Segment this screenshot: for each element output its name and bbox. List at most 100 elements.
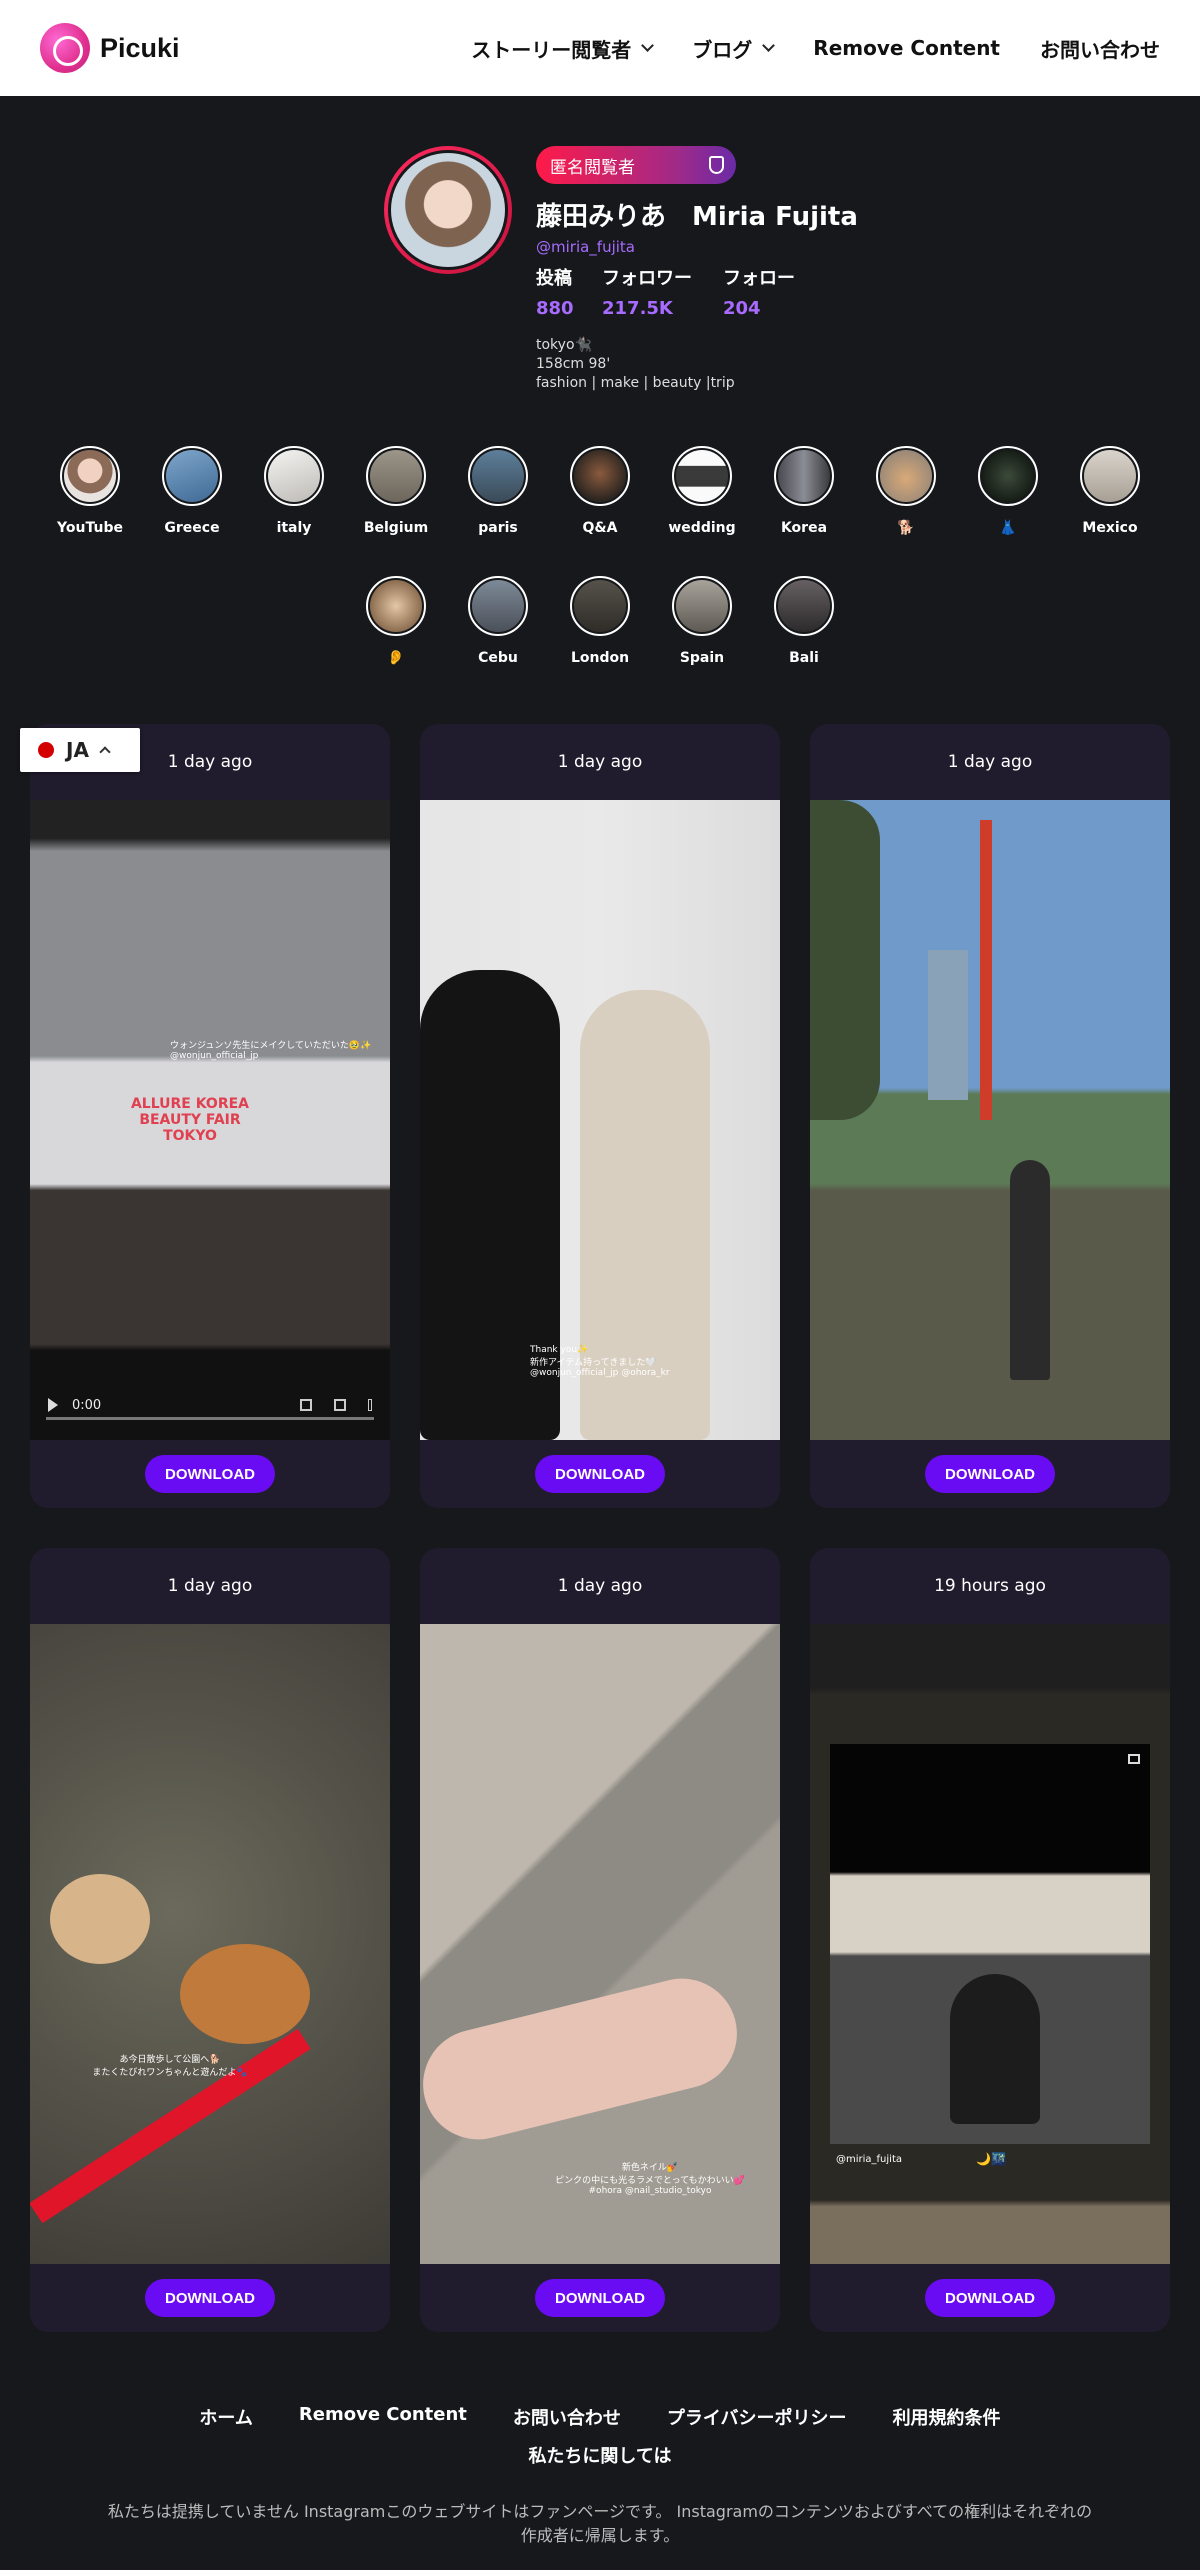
nav-remove-content[interactable]: Remove Content <box>813 36 1000 60</box>
image-tree <box>810 800 880 1120</box>
download-button[interactable]: DOWNLOAD <box>925 2279 1055 2317</box>
nav-blog[interactable]: ブログ <box>692 34 776 63</box>
highlight-item[interactable]: Cebu <box>468 576 528 666</box>
stat-followers: フォロワー 217.5K <box>602 264 692 319</box>
nav-story-viewer[interactable]: ストーリー閲覧者 <box>471 34 655 63</box>
highlight-item[interactable]: 🐕 <box>876 446 936 536</box>
highlight-item[interactable]: YouTube <box>57 446 123 536</box>
footer-disclaimer: 私たちは提携していません Instagramこのウェブサイトはファンページです。… <box>107 2502 1093 2545</box>
download-button[interactable]: DOWNLOAD <box>535 1455 665 1493</box>
image-figure <box>950 1974 1040 2124</box>
fullscreen-icon[interactable] <box>334 1399 346 1411</box>
post-card: 1 day ago Thank you✨ 新作アイテム持ってきました🤍 @won… <box>420 724 780 1508</box>
nav-contact[interactable]: お問い合わせ <box>1040 34 1160 63</box>
post-image[interactable]: @miria_fujita 🌙🌃 <box>810 1624 1170 2264</box>
highlights-row: 👂 Cebu London Spain Bali <box>0 576 1200 666</box>
highlight-item[interactable]: wedding <box>668 446 736 536</box>
highlight-item[interactable]: 👂 <box>366 576 426 666</box>
volume-icon[interactable] <box>300 1399 312 1411</box>
highlight-item[interactable]: Bali <box>774 576 834 666</box>
highlight-item[interactable]: paris <box>468 446 528 536</box>
site-footer: ホーム Remove Content お問い合わせ プライバシーポリシー 利用規… <box>0 2404 1200 2548</box>
download-button[interactable]: DOWNLOAD <box>145 2279 275 2317</box>
carousel-icon <box>1128 1754 1140 1764</box>
download-button[interactable]: DOWNLOAD <box>925 1455 1055 1493</box>
highlight-label: Bali <box>789 650 819 666</box>
highlight-item[interactable]: Mexico <box>1080 446 1140 536</box>
footer-link-remove-content[interactable]: Remove Content <box>299 2404 467 2430</box>
highlight-item[interactable]: Korea <box>774 446 834 536</box>
download-button[interactable]: DOWNLOAD <box>535 2279 665 2317</box>
highlight-label: London <box>570 650 630 666</box>
profile-name: 藤田みりあ Miria Fujita <box>536 202 858 232</box>
highlight-item[interactable]: Greece <box>162 446 222 536</box>
highlight-label: paris <box>478 520 518 536</box>
post-image[interactable]: Thank you✨ 新作アイテム持ってきました🤍 @wonjun_offici… <box>420 800 780 1440</box>
footer-links: ホーム Remove Content お問い合わせ プライバシーポリシー 利用規… <box>0 2404 1200 2430</box>
nav-blog-label: ブログ <box>692 37 753 62</box>
highlight-label: 👂 <box>387 650 405 666</box>
chevron-down-icon <box>641 39 655 52</box>
site-header: Picuki ストーリー閲覧者 ブログ Remove Content お問い合わ… <box>0 0 1200 96</box>
footer-link-about[interactable]: 私たちに関しては <box>0 2442 1200 2468</box>
anonymous-viewer-label: 匿名閲覧者 <box>550 157 635 178</box>
post-card: 19 hours ago @miria_fujita 🌙🌃 DOWNLOAD <box>810 1548 1170 2332</box>
play-icon[interactable] <box>48 1398 58 1412</box>
highlight-item[interactable]: 👗 <box>978 446 1038 536</box>
highlight-item[interactable]: italy <box>264 446 324 536</box>
image-dog <box>50 1874 150 1964</box>
post-time: 1 day ago <box>167 1576 253 1596</box>
post-overlay-text: Thank you✨ 新作アイテム持ってきました🤍 @wonjun_offici… <box>530 1345 670 1378</box>
nav-story-viewer-label: ストーリー閲覧者 <box>471 37 632 62</box>
profile-avatar[interactable] <box>384 146 512 274</box>
post-time: 1 day ago <box>947 752 1033 772</box>
anonymous-viewer-badge[interactable]: 匿名閲覧者 <box>536 146 736 184</box>
post-card: 1 day ago ウォンジュンソ先生にメイクしていただいた🥹✨ @wonjun… <box>30 724 390 1508</box>
image-dog <box>180 1944 310 2044</box>
footer-link-privacy[interactable]: プライバシーポリシー <box>667 2404 847 2430</box>
post-image[interactable]: 新色ネイル💅 ピンクの中にも光るラメでとってもかわいい💕 #ohora @nai… <box>420 1624 780 2264</box>
image-figure <box>1010 1160 1050 1380</box>
profile-handle[interactable]: @miria_fujita <box>536 238 635 256</box>
nav-contact-label: お問い合わせ <box>1040 37 1160 62</box>
post-video[interactable]: ウォンジュンソ先生にメイクしていただいた🥹✨ @wonjun_official_… <box>30 800 390 1440</box>
bio-line: fashion | make | beauty |trip <box>536 375 735 391</box>
post-overlay-text: 新色ネイル💅 ピンクの中にも光るラメでとってもかわいい💕 #ohora @nai… <box>555 2163 745 2196</box>
highlight-item[interactable]: Belgium <box>364 446 428 536</box>
stat-followers-label: フォロワー <box>602 268 692 289</box>
language-code: JA <box>66 738 89 762</box>
highlight-label: YouTube <box>57 520 123 536</box>
post-caption: @miria_fujita <box>836 2154 903 2165</box>
shield-icon <box>709 156 724 174</box>
bio-line: tokyo🐈‍⬛ <box>536 337 592 353</box>
post-time: 1 day ago <box>557 1576 643 1596</box>
highlight-label: 🐕 <box>897 520 915 536</box>
highlight-item[interactable]: Q&A <box>570 446 630 536</box>
language-switcher[interactable]: JA <box>20 728 140 772</box>
highlight-label: Spain <box>679 650 725 666</box>
highlight-item[interactable]: London <box>570 576 630 666</box>
chevron-up-icon <box>99 746 111 758</box>
post-image[interactable]: あ今日散歩して公園へ🐕 またくたびれワンちゃんと遊んだよ🐾 <box>30 1624 390 2264</box>
stat-following-value: 204 <box>723 298 761 319</box>
highlight-label: 👗 <box>999 520 1017 536</box>
stat-following-label: フォロー <box>723 268 795 289</box>
footer-link-contact[interactable]: お問い合わせ <box>513 2404 621 2430</box>
highlight-item[interactable]: Spain <box>672 576 732 666</box>
bio-line: 158cm 98' <box>536 356 611 372</box>
footer-link-home[interactable]: ホーム <box>199 2404 252 2430</box>
video-time: 0:00 <box>72 1397 102 1413</box>
site-logo[interactable]: Picuki <box>40 23 180 73</box>
avatar-image <box>388 150 508 270</box>
footer-link-terms[interactable]: 利用規約条件 <box>893 2404 1001 2430</box>
stat-posts: 投稿 880 <box>536 264 574 319</box>
more-options-icon[interactable] <box>368 1399 372 1411</box>
download-button[interactable]: DOWNLOAD <box>145 1455 275 1493</box>
main-nav: ストーリー閲覧者 ブログ Remove Content お問い合わせ <box>471 34 1160 63</box>
event-sign-text: ALLURE KOREA BEAUTY FAIR TOKYO <box>130 1096 250 1144</box>
highlights-row: YouTube Greece italy Belgium paris Q&A w… <box>0 446 1200 536</box>
post-image[interactable] <box>810 800 1170 1440</box>
story-highlights: YouTube Greece italy Belgium paris Q&A w… <box>0 446 1200 706</box>
video-progress-bar[interactable] <box>46 1417 374 1420</box>
post-caption-emoji: 🌙🌃 <box>976 2152 1006 2166</box>
